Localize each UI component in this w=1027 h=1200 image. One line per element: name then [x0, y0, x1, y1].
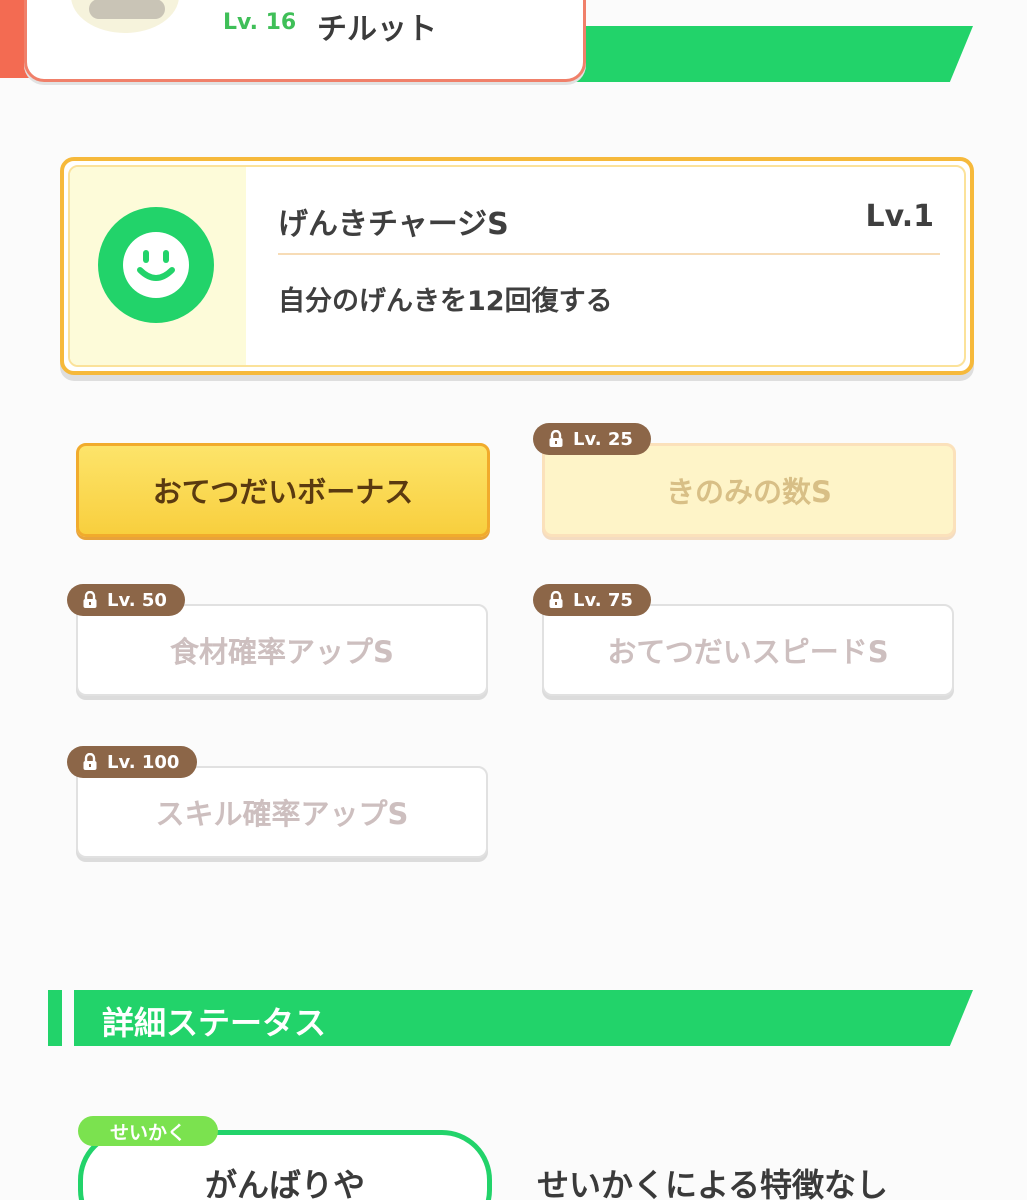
lock-icon [81, 752, 99, 771]
lock-level-text: Lv. 50 [107, 589, 167, 611]
lock-icon [547, 590, 565, 609]
main-skill-name: げんきチャージS [278, 207, 509, 242]
main-skill-description: 自分のげんきを12回復する [278, 286, 613, 317]
section-header-gap [62, 990, 74, 1046]
pokemon-avatar [71, 0, 179, 33]
main-skill-level: Lv.1 [865, 199, 935, 234]
main-skill-card-inner: げんきチャージS Lv.1 自分のげんきを12回復する [68, 165, 966, 367]
sub-skill-button-helping-bonus[interactable]: おてつだいボーナス [76, 443, 490, 537]
main-skill-card[interactable]: げんきチャージS Lv.1 自分のげんきを12回復する [60, 157, 974, 375]
lock-badge: Lv. 75 [533, 584, 651, 616]
sub-skill-label: 食材確率アップS [170, 635, 394, 669]
lock-badge: Lv. 50 [67, 584, 185, 616]
nature-label: せいかく [78, 1116, 218, 1146]
pokemon-card[interactable]: Lv. 16 チルット [24, 0, 586, 82]
smiley-face-glyph [123, 232, 189, 298]
lock-badge: Lv. 25 [533, 423, 651, 455]
lock-badge: Lv. 100 [67, 746, 198, 778]
lock-level-text: Lv. 25 [573, 428, 633, 450]
nature-effect-text: せいかくによる特徴なし [537, 1166, 889, 1200]
nature-value: がんばりや [204, 1166, 365, 1200]
sub-skill-button-skill-trigger[interactable]: スキル確率アップS [76, 766, 488, 858]
sub-skill-label: おてつだいボーナス [152, 475, 414, 509]
lock-level-text: Lv. 100 [107, 751, 180, 773]
divider [278, 253, 940, 255]
sub-skill-button-berry-count[interactable]: きのみの数S [542, 443, 956, 537]
pokemon-level: Lv. 16 [223, 10, 297, 35]
lock-level-text: Lv. 75 [573, 589, 633, 611]
skill-icon-panel [70, 167, 246, 365]
pokemon-detail-screen: Lv. 16 チルット げんきチャージS Lv.1 自分のげんきを12回復する [0, 0, 1027, 1200]
sub-skill-label: おてつだいスピードS [607, 635, 889, 669]
sub-skill-button-ingredient-finder[interactable]: 食材確率アップS [76, 604, 488, 696]
smiley-face-icon [98, 207, 214, 323]
lock-icon [547, 429, 565, 448]
lock-icon [81, 590, 99, 609]
sub-skill-button-helping-speed[interactable]: おてつだいスピードS [542, 604, 954, 696]
cloud-wing-shape [89, 0, 165, 19]
pokemon-name: チルット [317, 12, 437, 47]
sub-skill-label: スキル確率アップS [155, 797, 409, 831]
section-title: 詳細ステータス [102, 1004, 327, 1042]
sub-skill-label: きのみの数S [666, 475, 832, 509]
